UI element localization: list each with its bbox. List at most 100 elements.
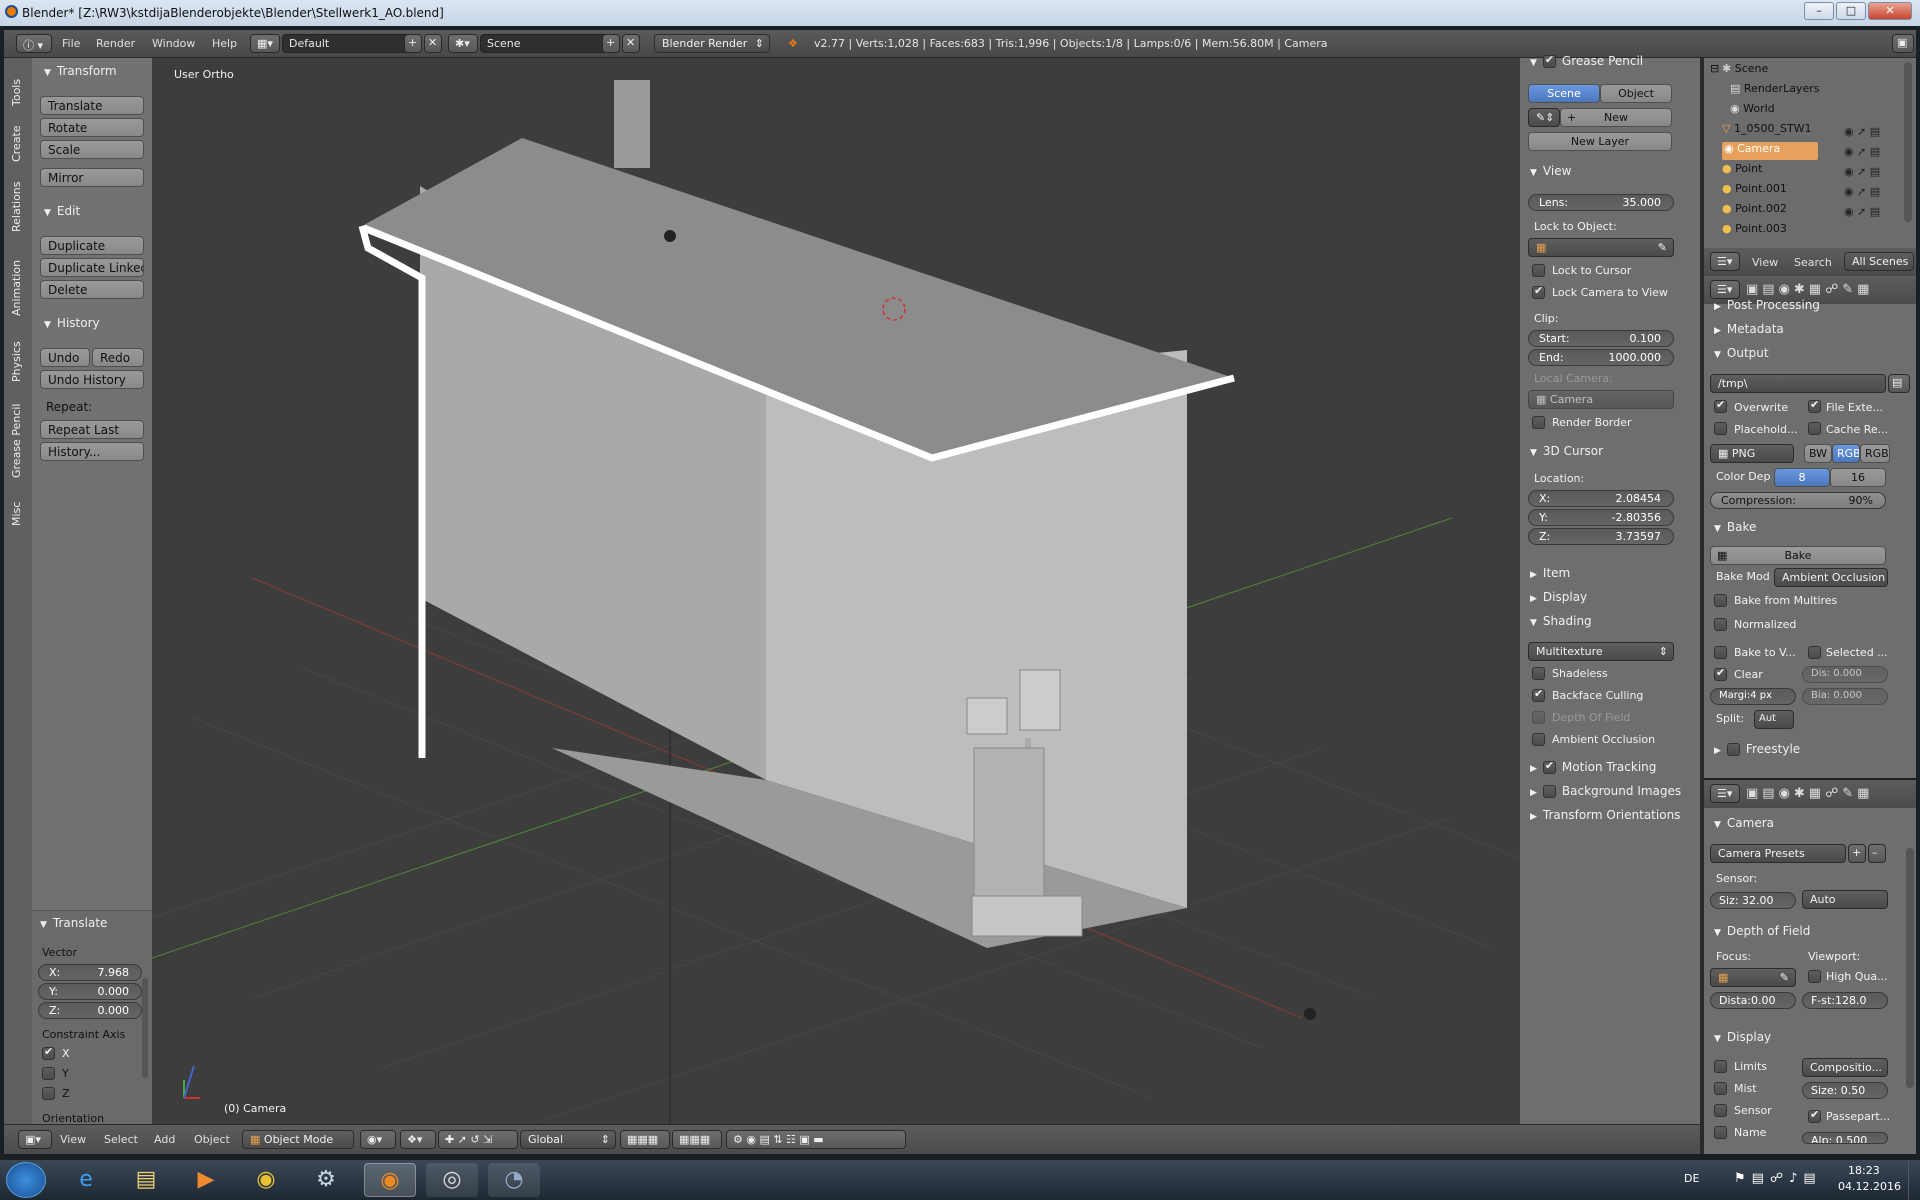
properties-editor-icon[interactable]: ☰▾ [1710,280,1740,299]
background-images-checkbox[interactable] [1542,785,1556,798]
bake-mode-select[interactable]: Ambient Occlusion [1774,568,1888,587]
bake-header[interactable]: ▼ Bake [1714,520,1756,534]
camera-presets-select[interactable]: Camera Presets [1710,844,1846,863]
motion-tracking-header[interactable]: ▶Motion Tracking [1530,759,1656,774]
outliner-editor-icon[interactable]: ☰▾ [1710,252,1740,271]
cursor-y-field[interactable]: Y: -2.80356 [1528,509,1674,526]
clock-time[interactable]: 18:23 [1848,1164,1880,1177]
freestyle-header[interactable]: ▶ Freestyle [1714,742,1800,756]
focus-distance-field[interactable]: Dista:0.00 [1710,992,1796,1009]
maximize-button[interactable]: □ [1836,2,1866,20]
menu-help[interactable]: Help [212,37,237,50]
split-select[interactable]: Aut [1754,710,1794,729]
bake-multires-checkbox[interactable] [1714,594,1727,607]
cursor-panel-header[interactable]: ▼ 3D Cursor [1530,444,1603,458]
outliner-display-select[interactable]: All Scenes [1844,252,1914,271]
gp-object-button[interactable]: Object [1600,84,1672,103]
add-scene-button[interactable]: + [602,34,620,53]
item-panel-header[interactable]: ▶ Item [1530,566,1570,580]
cache-checkbox[interactable] [1808,422,1821,435]
backface-culling-checkbox[interactable] [1532,687,1545,702]
outliner-scrollbar[interactable] [1904,62,1912,222]
camera-display-header[interactable]: ▼ Display [1714,1030,1771,1044]
placeholders-checkbox[interactable] [1714,422,1727,435]
high-quality-checkbox[interactable] [1808,970,1821,983]
remove-layout-button[interactable]: ✕ [424,34,442,53]
gp-new-layer-button[interactable]: New Layer [1528,132,1672,151]
menu-window[interactable]: Window [152,37,195,50]
gp-pencil-icon[interactable]: ✎⇕ [1528,108,1560,127]
undo-button[interactable]: Undo [40,348,90,367]
bake-margin-field[interactable]: Margi:4 px [1710,688,1796,705]
operator-panel-header[interactable]: ▼ Translate [40,916,107,930]
shading-mode-select[interactable]: Multitexture ⇕ [1528,642,1674,661]
passepartout-alpha-field[interactable]: Alp: 0.500 [1802,1132,1888,1144]
vector-x-field[interactable]: X: 7.968 [38,964,142,981]
media-player-icon[interactable]: ▶ [180,1163,232,1197]
audio-app-icon[interactable]: ◔ [488,1163,540,1197]
add-preset-button[interactable]: + [1848,844,1866,863]
depth-16-button[interactable]: 16 [1830,468,1886,487]
cursor-z-field[interactable]: Z: 3.73597 [1528,528,1674,545]
clip-start-field[interactable]: Start: 0.100 [1528,330,1674,347]
composition-guides-select[interactable]: Compositio... [1802,1058,1888,1077]
camera-panel-header[interactable]: ▼ Camera [1714,816,1774,830]
dof-checkbox[interactable] [1532,711,1545,724]
layout-field[interactable]: Default [282,34,422,53]
outliner-menu-search[interactable]: Search [1794,256,1832,269]
blender-taskbar-icon[interactable]: ◉ [364,1163,416,1197]
layers-grid-1[interactable]: ▦▦▦ [620,1130,670,1149]
overwrite-checkbox[interactable] [1714,398,1727,413]
outliner-row-mesh[interactable]: ▽ 1_0500_STW1 [1722,122,1812,135]
disc-app-icon[interactable]: ◎ [426,1163,478,1197]
freestyle-checkbox[interactable] [1726,743,1740,756]
internet-explorer-icon[interactable]: e [60,1163,112,1197]
remove-scene-button[interactable]: ✕ [622,34,640,53]
dof-panel-header[interactable]: ▼ Depth of Field [1714,924,1810,938]
tab-grease-pencil[interactable]: Grease Pencil [10,392,23,478]
outliner-row-world[interactable]: ◉ World [1730,102,1775,115]
tab-physics[interactable]: Physics [10,326,23,382]
close-button[interactable]: ✕ [1868,2,1912,20]
lens-field[interactable]: Lens: 35.000 [1528,194,1674,211]
view-panel-header[interactable]: ▼ View [1530,164,1571,178]
layers-grid-2[interactable]: ▦▦▦ [672,1130,722,1149]
cursor-x-field[interactable]: X: 2.08454 [1528,490,1674,507]
vector-y-field[interactable]: Y: 0.000 [38,983,142,1000]
tab-tools[interactable]: Tools [10,66,23,106]
focus-object-field[interactable]: ▦ ✎ [1710,968,1796,987]
shadeless-checkbox[interactable] [1532,667,1545,680]
vector-z-field[interactable]: Z: 0.000 [38,1002,142,1019]
menu-object[interactable]: Object [194,1133,230,1146]
duplicate-linked-button[interactable]: Duplicate Linked [40,258,144,277]
clock-date[interactable]: 04.12.2016 [1838,1180,1901,1193]
steam-icon[interactable]: ⚙ [300,1163,352,1197]
rgba-button[interactable]: RGB [1860,444,1890,463]
mode-select[interactable]: ▦ Object Mode [242,1130,354,1149]
transform-orientations-header[interactable]: ▶ Transform Orientations [1530,808,1680,822]
bw-button[interactable]: BW [1804,444,1832,463]
remove-preset-button[interactable]: – [1868,844,1886,863]
sensor-fit-select[interactable]: Auto [1802,890,1888,909]
output-path-field[interactable]: /tmp\ [1710,374,1886,393]
outliner-row-scene[interactable]: ⊟ ✱ Scene [1710,62,1768,75]
name-display-checkbox[interactable] [1714,1126,1727,1139]
outliner-row-camera[interactable]: ◉ Camera [1722,142,1818,160]
menu-file[interactable]: File [62,37,80,50]
grease-pencil-checkbox[interactable] [1542,53,1556,68]
minimize-button[interactable]: – [1804,2,1834,20]
mirror-button[interactable]: Mirror [40,168,144,187]
history-panel-header[interactable]: ▼ History [44,316,100,330]
clear-checkbox[interactable] [1714,666,1727,681]
motion-tracking-checkbox[interactable] [1542,759,1556,774]
constraint-y-checkbox[interactable] [42,1067,55,1080]
history-menu-button[interactable]: History... [40,442,144,461]
scale-button[interactable]: Scale [40,140,144,159]
scene-icon[interactable]: ✱▾ [448,34,478,53]
mist-checkbox[interactable] [1714,1082,1727,1095]
transform-panel-header[interactable]: ▼ Transform [44,64,117,78]
local-camera-field[interactable]: ▦ Camera [1528,390,1674,409]
render-engine-select[interactable]: Blender Render ⇕ [654,34,770,53]
properties-scrollbar[interactable] [1906,848,1914,1088]
bake-button[interactable]: ▦ Bake [1710,546,1886,565]
